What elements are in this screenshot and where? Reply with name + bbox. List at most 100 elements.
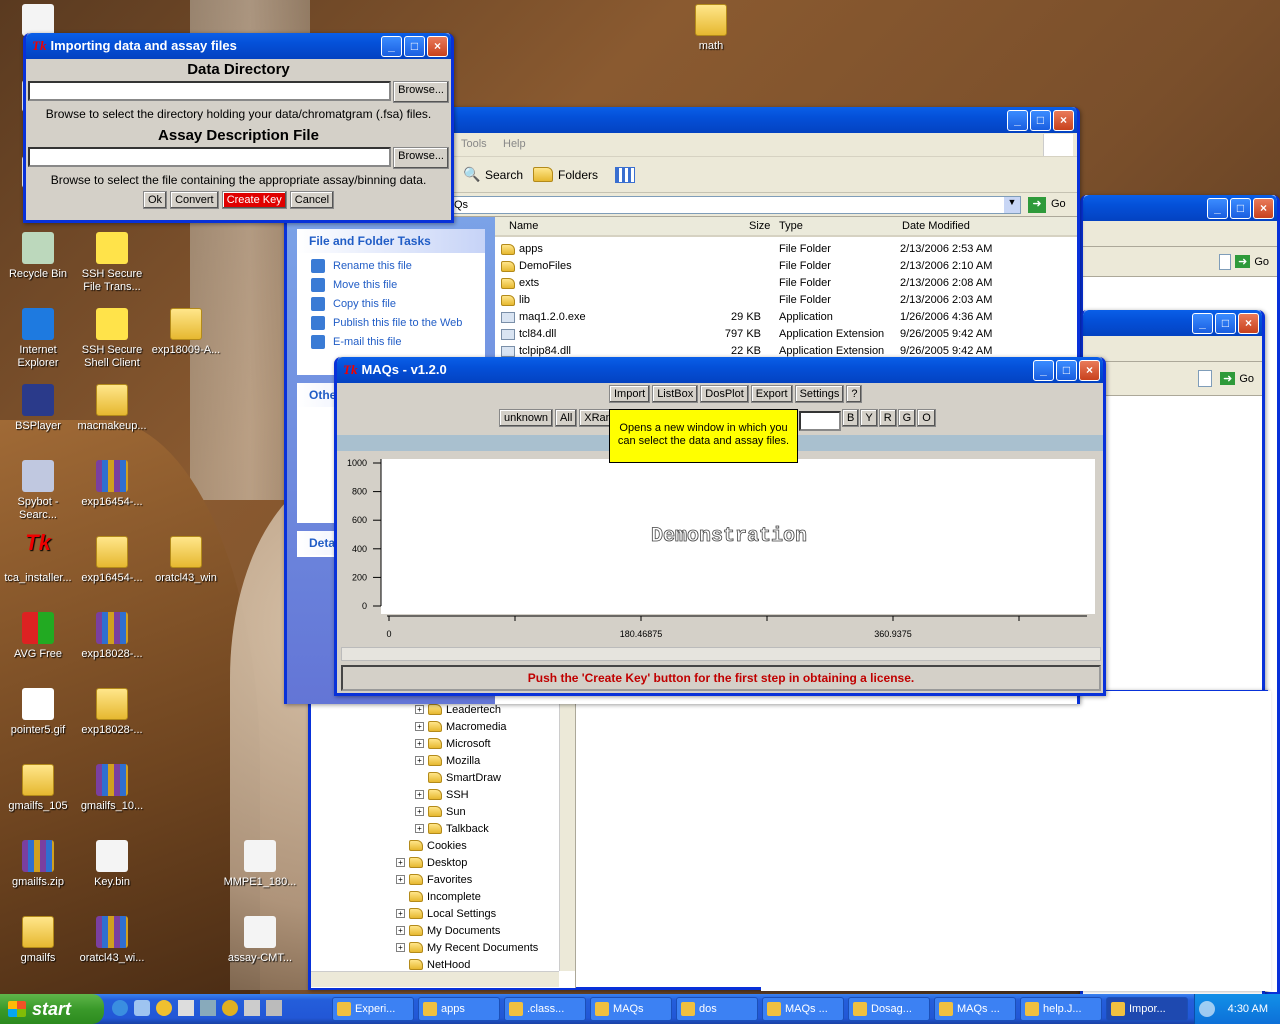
desktop-icon-ssh[interactable]: SSH Secure Shell Client (74, 308, 150, 370)
app-icon[interactable] (178, 1000, 194, 1016)
ok-button[interactable]: Ok (142, 191, 168, 209)
tasks-title[interactable]: File and Folder Tasks (297, 229, 485, 253)
folder-tree[interactable]: + Leadertech + Macromedia + Microsoft + Mozilla… (311, 691, 576, 988)
address-input[interactable]: Qs (447, 196, 1021, 214)
desktop-icon-doc[interactable]: assay-CMT... (222, 916, 298, 965)
menu-dosplot-button[interactable]: DosPlot (700, 385, 749, 403)
col-type[interactable]: Type (779, 220, 803, 232)
close-icon[interactable]: × (427, 35, 448, 57)
tree-item[interactable]: Incomplete (396, 888, 481, 905)
taskbar-button[interactable]: help.J... (1020, 997, 1102, 1021)
color-b-button[interactable]: B (842, 409, 860, 427)
expand-icon[interactable]: + (396, 926, 405, 935)
go-label[interactable]: Go (1254, 256, 1269, 268)
task-link[interactable]: E-mail this file (311, 335, 485, 349)
desktop-icon-avg[interactable]: AVG Free (0, 612, 76, 661)
desktop-icon-folder[interactable]: gmailfs (0, 916, 76, 965)
file-row[interactable]: maq1.2.0.exe 29 KB Application 1/26/2006 4:… (495, 309, 1075, 326)
expand-icon[interactable]: + (415, 739, 424, 748)
color-o-button[interactable]: O (917, 409, 936, 427)
clock[interactable]: 4:30 AM (1228, 1003, 1268, 1015)
filter-unknown-button[interactable]: unknown (499, 409, 554, 427)
tree-item[interactable]: + Microsoft (415, 735, 491, 752)
data-dir-input[interactable] (28, 81, 392, 101)
expand-icon[interactable]: + (396, 858, 405, 867)
filter-all-button[interactable]: All (555, 409, 578, 427)
tree-item[interactable]: Cookies (396, 837, 467, 854)
go-button[interactable]: Go (1051, 198, 1066, 210)
expand-icon[interactable]: + (415, 722, 424, 731)
desktop-icon-folder[interactable]: exp18028-... (74, 688, 150, 737)
taskbar-button[interactable]: MAQs (590, 997, 672, 1021)
menu-import-button[interactable]: Import (609, 385, 651, 403)
app-icon[interactable] (222, 1000, 238, 1016)
file-row[interactable]: apps File Folder 2/13/2006 2:53 AM (495, 241, 1075, 258)
desktop-icon-folder[interactable]: exp18009-A... (148, 308, 224, 357)
desktop-icon-folder[interactable]: oratcl43_win (148, 536, 224, 585)
desktop-icon-gif[interactable]: pointer5.gif (0, 688, 76, 737)
maqs-window[interactable]: Tk MAQs - v1.2.0 _ □ × Import ListBox DosPlot… (334, 357, 1106, 696)
menu-tools[interactable]: Tools (461, 138, 487, 150)
tray-chevron-icon[interactable] (1199, 1001, 1215, 1017)
tree-item[interactable]: + SSH (415, 786, 469, 803)
search-button[interactable]: Search (485, 168, 523, 182)
desktop-icon-folder[interactable]: macmakeup... (74, 384, 150, 433)
task-link[interactable]: Move this file (311, 278, 485, 292)
address-dropdown-icon[interactable] (1219, 253, 1232, 270)
desktop-icon-doc[interactable]: MMPE1_180... (222, 840, 298, 889)
desktop-icon-bs[interactable]: BSPlayer (0, 384, 76, 433)
file-row[interactable]: tcl84.dll 797 KB Application Extension 9/26… (495, 326, 1075, 343)
tree-item[interactable]: + Sun (415, 803, 466, 820)
minimize-icon[interactable]: _ (381, 35, 402, 57)
address-dropdown-icon[interactable]: ▼ (1004, 197, 1020, 213)
desktop-icon-folder[interactable]: gmailfs_105 (0, 764, 76, 813)
task-link[interactable]: Publish this file to the Web (311, 316, 485, 330)
task-link[interactable]: Copy this file (311, 297, 485, 311)
desktop-icon-rar[interactable]: exp16454-... (74, 460, 150, 509)
expand-icon[interactable]: + (415, 807, 424, 816)
title-bar[interactable]: Tk MAQs - v1.2.0 _ □ × (337, 357, 1103, 383)
media-icon[interactable] (156, 1000, 172, 1016)
folders-icon[interactable] (533, 167, 553, 182)
close-icon[interactable]: × (1079, 359, 1100, 381)
start-button[interactable]: start (0, 994, 104, 1024)
menu-listbox-button[interactable]: ListBox (652, 385, 699, 403)
minimize-icon[interactable]: _ (1192, 312, 1213, 334)
go-icon[interactable]: ➜ (1028, 197, 1046, 213)
plot-canvas[interactable]: Demonstration 1000 800 600 400 200 0 0 180.4687… (337, 451, 1103, 651)
cancel-button[interactable]: Cancel (289, 191, 335, 209)
col-name[interactable]: Name (509, 220, 538, 232)
tree-item[interactable]: + Talkback (415, 820, 489, 837)
title-bar[interactable]: _ □ × (1083, 310, 1262, 336)
folders-button[interactable]: Folders (558, 168, 598, 182)
expand-icon[interactable]: + (415, 790, 424, 799)
taskbar-button[interactable]: Dosag... (848, 997, 930, 1021)
color-y-button[interactable]: Y (860, 409, 878, 427)
expand-icon[interactable]: + (396, 875, 405, 884)
taskbar-button[interactable]: MAQs ... (934, 997, 1016, 1021)
menu-export-button[interactable]: Export (750, 385, 793, 403)
tree-item[interactable]: + My Documents (396, 922, 500, 939)
desktop-icon-ssh[interactable]: SSH Secure File Trans... (74, 232, 150, 294)
browse-assay-button[interactable]: Browse... (393, 147, 449, 169)
col-size[interactable]: Size (749, 220, 770, 232)
color-g-button[interactable]: G (897, 409, 917, 427)
color-r-button[interactable]: R (878, 409, 897, 427)
menu--button[interactable]: ? (846, 385, 863, 403)
maximize-icon[interactable]: □ (1230, 197, 1251, 219)
file-row[interactable]: DemoFiles File Folder 2/13/2006 2:10 AM (495, 258, 1075, 275)
taskbar-button[interactable]: dos (676, 997, 758, 1021)
browse-data-button[interactable]: Browse... (393, 81, 449, 103)
expand-icon[interactable]: + (415, 705, 424, 714)
expand-icon[interactable]: + (415, 824, 424, 833)
desktop-icon-rar[interactable]: gmailfs.zip (0, 840, 76, 889)
create-key-button[interactable]: Create Key (221, 191, 287, 209)
maximize-icon[interactable]: □ (1030, 109, 1051, 131)
minimize-icon[interactable]: _ (1033, 359, 1054, 381)
tree-hscrollbar[interactable] (311, 971, 559, 987)
close-icon[interactable]: × (1053, 109, 1074, 131)
tree-vscrollbar[interactable] (559, 691, 575, 971)
desktop-icon-app[interactable]: Spybot - Searc... (0, 460, 76, 522)
desktop-icon-tk[interactable]: Tk tca_installer... (0, 532, 76, 585)
ie-icon[interactable] (112, 1000, 128, 1016)
